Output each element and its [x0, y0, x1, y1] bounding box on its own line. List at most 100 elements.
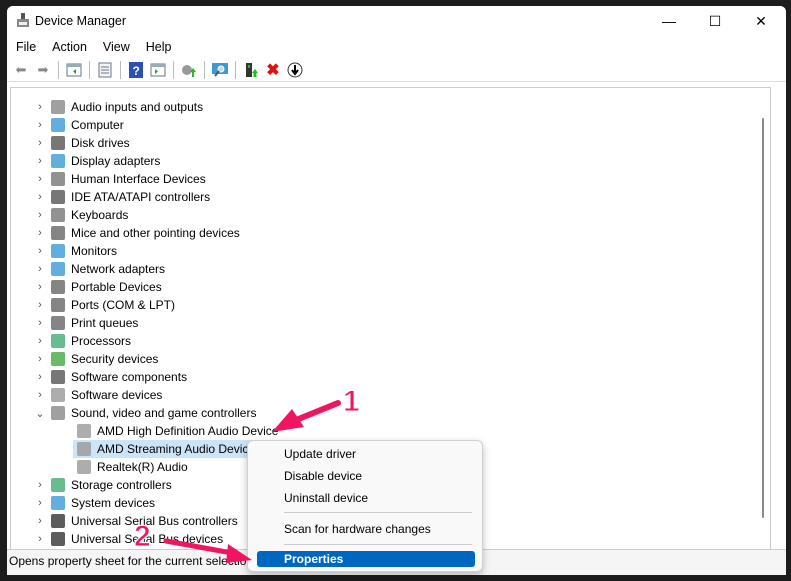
chevron-right-icon[interactable]: ›: [35, 119, 45, 131]
toolbar-separator: [235, 60, 236, 79]
chevron-right-icon[interactable]: ›: [35, 479, 45, 491]
tree-item-label: AMD Streaming Audio Device: [97, 442, 256, 456]
uninstall-device-icon[interactable]: ✖: [262, 60, 284, 80]
chevron-right-icon[interactable]: ›: [35, 533, 45, 545]
tree-category[interactable]: › Software components: [11, 368, 187, 386]
tree-item-label: Realtek(R) Audio: [97, 460, 188, 474]
tree-category[interactable]: › Computer: [11, 116, 124, 134]
tree-device[interactable]: AMD High Definition Audio Device: [73, 422, 278, 440]
chevron-right-icon[interactable]: ›: [35, 227, 45, 239]
tree-category[interactable]: › Processors: [11, 332, 131, 350]
vertical-scrollbar[interactable]: [756, 88, 770, 549]
tree-item-label: Network adapters: [71, 262, 166, 276]
menu-separator: [284, 544, 472, 545]
chevron-right-icon[interactable]: ›: [35, 515, 45, 527]
tree-category[interactable]: › Software devices: [11, 386, 162, 404]
tree-category[interactable]: ⌄ Sound, video and game controllers: [11, 404, 256, 422]
close-button[interactable]: ✕: [738, 6, 784, 36]
device-category-icon: [51, 154, 65, 168]
properties-icon[interactable]: [94, 60, 116, 80]
tree-category[interactable]: › Universal Serial Bus devices: [11, 530, 223, 548]
menu-action[interactable]: Action: [52, 36, 87, 58]
forward-arrow-icon[interactable]: ➡: [32, 60, 54, 80]
tree-category[interactable]: › Human Interface Devices: [11, 170, 206, 188]
chevron-right-icon[interactable]: ›: [35, 497, 45, 509]
menu-file[interactable]: File: [16, 36, 36, 58]
menu-item-scan-hardware[interactable]: Scan for hardware changes: [284, 522, 431, 536]
tree-category[interactable]: › Audio inputs and outputs: [11, 98, 203, 116]
tree-category[interactable]: › Security devices: [11, 350, 158, 368]
tree-category[interactable]: › Storage controllers: [11, 476, 172, 494]
action-pane-icon[interactable]: [147, 60, 169, 80]
tree-category[interactable]: › Disk drives: [11, 134, 130, 152]
device-category-icon: [51, 532, 65, 546]
tree-device[interactable]: Realtek(R) Audio: [73, 458, 188, 476]
step-2-label: 2: [134, 520, 152, 554]
tree-item-label: AMD High Definition Audio Device: [97, 424, 279, 438]
chevron-right-icon[interactable]: ›: [35, 209, 45, 221]
chevron-right-icon[interactable]: ›: [35, 191, 45, 203]
chevron-right-icon[interactable]: ›: [35, 371, 45, 383]
step-1-label: 1: [343, 385, 361, 419]
enable-device-icon[interactable]: [240, 60, 262, 80]
device-category-icon: [51, 118, 65, 132]
tree-category[interactable]: › Keyboards: [11, 206, 128, 224]
tree-category[interactable]: › System devices: [11, 494, 155, 512]
chevron-right-icon[interactable]: ›: [35, 155, 45, 167]
chevron-right-icon[interactable]: ›: [35, 173, 45, 185]
tree-category[interactable]: › Network adapters: [11, 260, 165, 278]
speaker-icon: [77, 442, 91, 456]
tree-category[interactable]: › Print queues: [11, 314, 138, 332]
speaker-icon: [77, 424, 91, 438]
device-category-icon: [51, 226, 65, 240]
menu-item-update-driver[interactable]: Update driver: [284, 447, 356, 461]
device-category-icon: [51, 136, 65, 150]
device-category-icon: [51, 172, 65, 186]
tree-category[interactable]: › Monitors: [11, 242, 117, 260]
back-arrow-icon[interactable]: ⬅: [10, 60, 32, 80]
chevron-right-icon[interactable]: ›: [35, 389, 45, 401]
show-hide-console-tree-icon[interactable]: [63, 60, 85, 80]
menu-item-uninstall-device[interactable]: Uninstall device: [284, 491, 368, 505]
chevron-right-icon[interactable]: ›: [35, 101, 45, 113]
chevron-right-icon[interactable]: ›: [35, 245, 45, 257]
tree-category[interactable]: › IDE ATA/ATAPI controllers: [11, 188, 210, 206]
help-icon[interactable]: ?: [125, 60, 147, 80]
device-category-icon: [51, 190, 65, 204]
tree-item-label: Mice and other pointing devices: [71, 226, 240, 240]
scan-hardware-icon[interactable]: [209, 60, 231, 80]
tree-item-label: IDE ATA/ATAPI controllers: [71, 190, 211, 204]
tree-category[interactable]: › Display adapters: [11, 152, 160, 170]
menu-view[interactable]: View: [103, 36, 130, 58]
tree-item-label: Processors: [71, 334, 132, 348]
device-manager-icon: [17, 13, 29, 27]
tree-device[interactable]: AMD Streaming Audio Device: [73, 440, 258, 458]
scrollbar-thumb[interactable]: [762, 118, 764, 518]
chevron-right-icon[interactable]: ›: [35, 137, 45, 149]
tree-category[interactable]: › Ports (COM & LPT): [11, 296, 175, 314]
tree-category[interactable]: › Portable Devices: [11, 278, 162, 296]
maximize-button[interactable]: ☐: [692, 6, 738, 36]
device-category-icon: [51, 280, 65, 294]
device-category-icon: [51, 244, 65, 258]
chevron-right-icon[interactable]: ›: [35, 263, 45, 275]
device-category-icon: [51, 514, 65, 528]
menu-item-disable-device[interactable]: Disable device: [284, 469, 362, 483]
tree-category[interactable]: › Universal Serial Bus controllers: [11, 512, 238, 530]
chevron-right-icon[interactable]: ›: [35, 281, 45, 293]
menu-help[interactable]: Help: [146, 36, 172, 58]
toolbar-separator: [173, 60, 174, 79]
disable-device-icon[interactable]: [284, 60, 306, 80]
tree-item-label: Monitors: [71, 244, 118, 258]
update-driver-icon[interactable]: [178, 60, 200, 80]
tree-item-label: Sound, video and game controllers: [71, 406, 257, 420]
device-category-icon: [51, 352, 65, 366]
chevron-right-icon[interactable]: ›: [35, 299, 45, 311]
menu-item-properties[interactable]: Properties: [257, 551, 475, 567]
tree-category[interactable]: › Mice and other pointing devices: [11, 224, 240, 242]
minimize-button[interactable]: —: [646, 6, 692, 36]
chevron-down-icon[interactable]: ⌄: [35, 407, 45, 420]
chevron-right-icon[interactable]: ›: [35, 317, 45, 329]
chevron-right-icon[interactable]: ›: [35, 353, 45, 365]
chevron-right-icon[interactable]: ›: [35, 335, 45, 347]
